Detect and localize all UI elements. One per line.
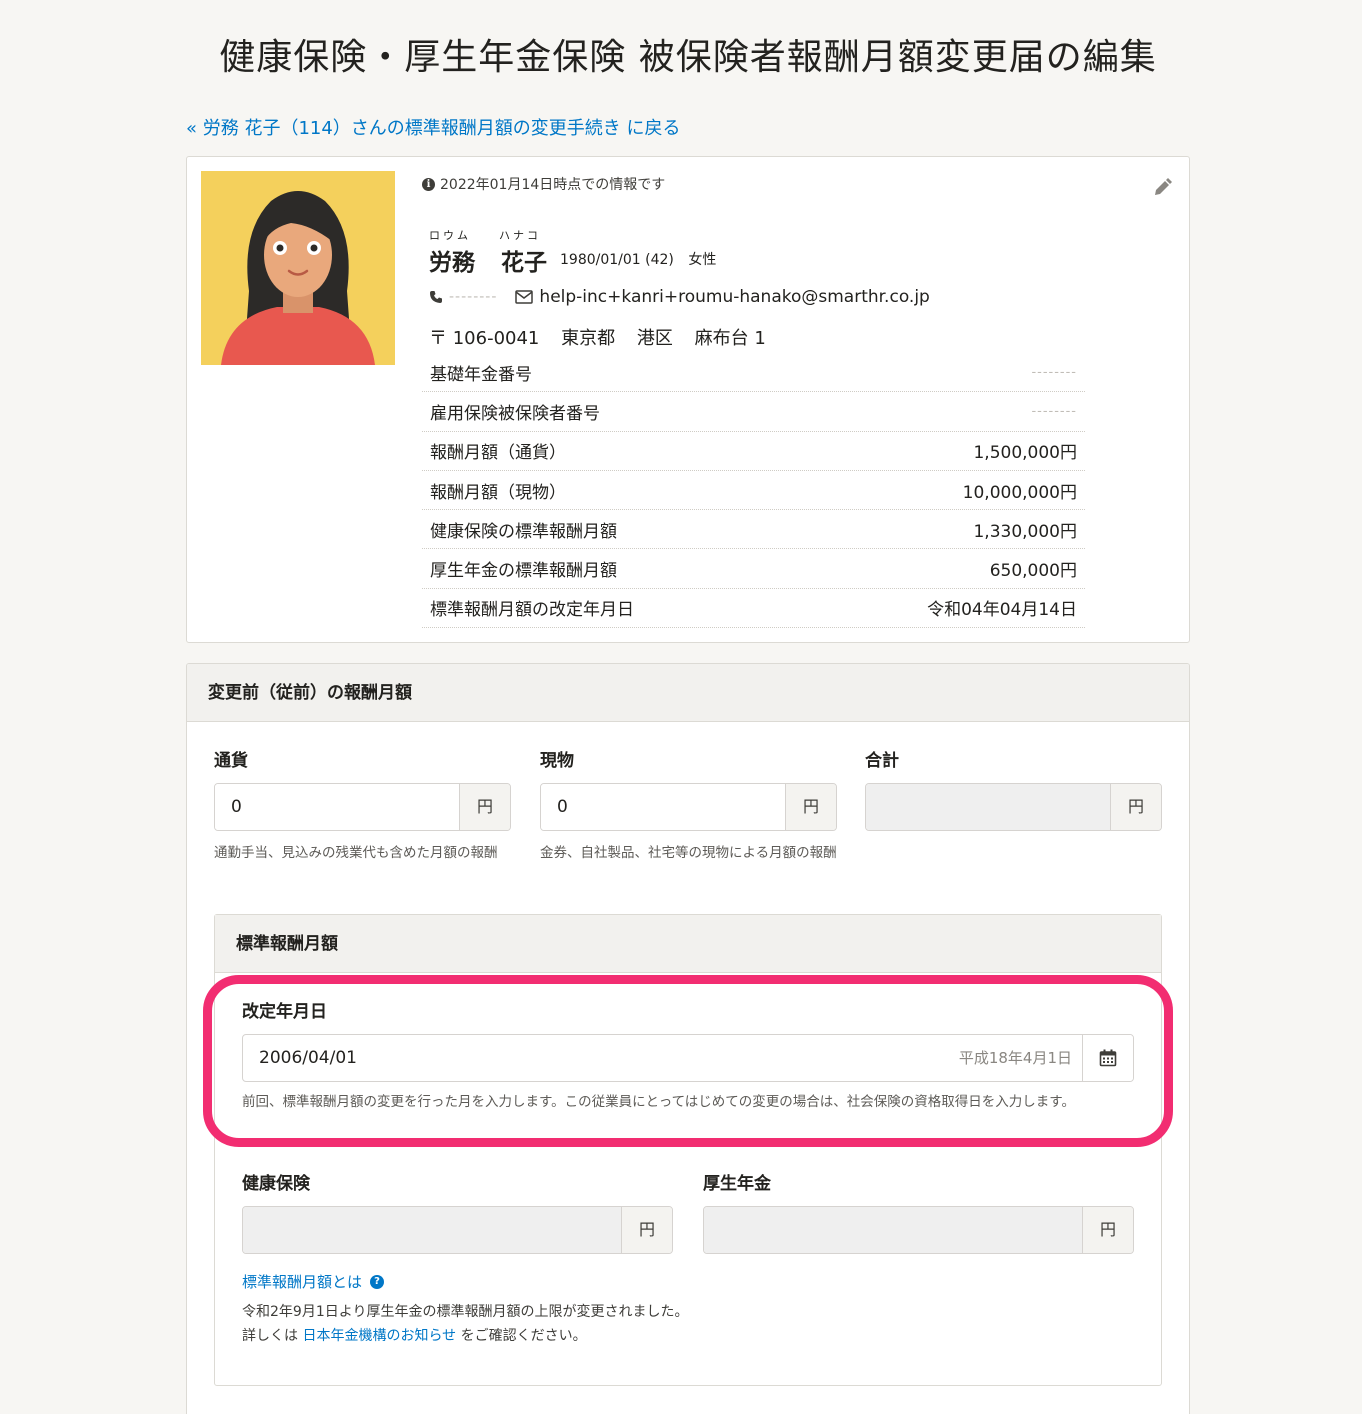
gender: 女性 bbox=[688, 252, 717, 268]
first-name-kana: ハナコ bbox=[499, 229, 541, 242]
goods-input-group: 0 円 bbox=[540, 783, 837, 831]
pension-input bbox=[704, 1207, 1082, 1253]
contact-row: -------- help-inc+kanri+roumu-hanako@sma… bbox=[429, 287, 930, 307]
pencil-icon[interactable] bbox=[1151, 177, 1173, 199]
health-insurance-input-group: 円 bbox=[242, 1206, 673, 1254]
currency-field: 通貨 0 円 通勤手当、見込みの残業代も含めた月額の報酬 bbox=[214, 746, 511, 865]
postal-code: 〒 106-0041 bbox=[429, 328, 540, 349]
info-icon: i bbox=[422, 177, 435, 191]
pension-field: 厚生年金 円 bbox=[703, 1169, 1134, 1254]
page-title: 健康保険・厚生年金保険 被保険者報酬月額変更届の編集 bbox=[219, 37, 1157, 78]
revision-date-input-group: 2006/04/01 平成18年4月1日 bbox=[242, 1034, 1134, 1082]
help-link-text[interactable]: 標準報酬月額とは bbox=[242, 1271, 362, 1292]
question-icon: ? bbox=[370, 1274, 385, 1289]
previous-remuneration-panel: 変更前（従前）の報酬月額 通貨 0 円 通勤手当、見込みの残業代も含めた月額の報… bbox=[186, 663, 1190, 1414]
birth-date: 1980/01/01 (42) bbox=[560, 252, 674, 268]
employee-info-table: 基礎年金番号 -------- 雇用保険被保険者番号 -------- 報酬月額（通… bbox=[422, 353, 1085, 629]
revision-date-input[interactable]: 2006/04/01 bbox=[243, 1035, 959, 1081]
wareki-display: 平成18年4月1日 bbox=[958, 1049, 1072, 1067]
sub-panel-title: 標準報酬月額 bbox=[215, 915, 1161, 973]
birth-gender: 1980/01/01 (42) 女性 bbox=[560, 249, 716, 269]
revision-date-hint: 前回、標準報酬月額の変更を行った月を入力します。この従業員にとってはじめての変更… bbox=[242, 1094, 1075, 1110]
notice-line1: 令和2年9月1日より厚生年金の標準報酬月額の上限が変更されました。 bbox=[242, 1304, 689, 1320]
phone-number: -------- bbox=[449, 289, 498, 305]
currency-hint: 通勤手当、見込みの残業代も含めた月額の報酬 bbox=[214, 845, 498, 861]
total-input bbox=[866, 784, 1110, 830]
currency-label: 通貨 bbox=[214, 751, 248, 771]
info-row: 雇用保険被保険者番号 -------- bbox=[422, 392, 1085, 432]
last-name-kana: ロウム bbox=[429, 229, 471, 242]
panel-title: 変更前（従前）の報酬月額 bbox=[187, 664, 1189, 722]
help-link[interactable]: 標準報酬月額とは ? bbox=[242, 1271, 1134, 1292]
envelope-icon bbox=[515, 290, 534, 304]
goods-label: 現物 bbox=[540, 751, 574, 771]
yen-suffix: 円 bbox=[1082, 1207, 1133, 1253]
info-row: 報酬月額（通貨） 1,500,000円 bbox=[422, 432, 1085, 471]
city: 港区 bbox=[636, 328, 673, 349]
goods-field: 現物 0 円 金券、自社製品、社宅等の現物による月額の報酬 bbox=[540, 746, 837, 865]
yen-suffix: 円 bbox=[621, 1207, 672, 1253]
info-row: 報酬月額（現物） 10,000,000円 bbox=[422, 471, 1085, 511]
email: help-inc+kanri+roumu-hanako@smarthr.co.j… bbox=[539, 287, 930, 307]
first-name: 花子 bbox=[501, 250, 547, 276]
info-row: 健康保険の標準報酬月額 1,330,000円 bbox=[422, 510, 1085, 550]
currency-input-group: 0 円 bbox=[214, 783, 511, 831]
info-note-text: 2022年01月14日時点での情報です bbox=[440, 177, 666, 193]
pension-notice-link[interactable]: 日本年金機構のお知らせ bbox=[302, 1328, 456, 1344]
currency-input[interactable]: 0 bbox=[215, 784, 459, 830]
avatar bbox=[201, 171, 395, 365]
goods-input[interactable]: 0 bbox=[541, 784, 785, 830]
info-note: i 2022年01月14日時点での情報です bbox=[422, 174, 665, 194]
street: 麻布台 1 bbox=[694, 328, 766, 349]
revision-date-field: 改定年月日 2006/04/01 平成18年4月1日 前回、標準報酬月額の変更を… bbox=[242, 997, 1134, 1114]
pension-input-group: 円 bbox=[703, 1206, 1134, 1254]
info-row: 厚生年金の標準報酬月額 650,000円 bbox=[422, 549, 1085, 589]
yen-suffix: 円 bbox=[785, 784, 836, 830]
help-section: 標準報酬月額とは ? 令和2年9月1日より厚生年金の標準報酬月額の上限が変更され… bbox=[242, 1271, 1134, 1348]
health-insurance-field: 健康保険 円 bbox=[242, 1169, 673, 1254]
total-label: 合計 bbox=[865, 751, 899, 771]
goods-hint: 金券、自社製品、社宅等の現物による月額の報酬 bbox=[540, 845, 837, 861]
notice-line2: 詳しくは 日本年金機構のお知らせ をご確認ください。 bbox=[242, 1328, 587, 1344]
yen-suffix: 円 bbox=[1110, 784, 1161, 830]
prefecture: 東京都 bbox=[561, 328, 616, 349]
address: 〒 106-0041 東京都 港区 麻布台 1 bbox=[429, 324, 782, 350]
yen-suffix: 円 bbox=[459, 784, 510, 830]
health-insurance-input bbox=[243, 1207, 621, 1253]
pension-label: 厚生年金 bbox=[703, 1174, 771, 1194]
info-row: 基礎年金番号 -------- bbox=[422, 353, 1085, 393]
health-insurance-label: 健康保険 bbox=[242, 1174, 310, 1194]
phone-icon bbox=[430, 291, 442, 303]
notice: 令和2年9月1日より厚生年金の標準報酬月額の上限が変更されました。 詳しくは 日… bbox=[242, 1300, 1134, 1348]
total-input-group: 円 bbox=[865, 783, 1162, 831]
revision-date-label: 改定年月日 bbox=[242, 1002, 327, 1022]
info-row: 標準報酬月額の改定年月日 令和04年04月14日 bbox=[422, 589, 1085, 629]
standard-remuneration-panel: 標準報酬月額 改定年月日 2006/04/01 平成18年4月1日 前回、標準報… bbox=[214, 914, 1162, 1386]
calendar-icon bbox=[1099, 1049, 1117, 1067]
last-name: 労務 bbox=[429, 250, 475, 276]
back-link[interactable]: « 労務 花子（114）さんの標準報酬月額の変更手続き に戻る bbox=[186, 114, 681, 140]
employee-profile-card: i 2022年01月14日時点での情報です ロウム ハナコ 労務 花子 1980… bbox=[186, 156, 1190, 643]
total-field: 合計 円 bbox=[865, 746, 1162, 831]
calendar-button[interactable] bbox=[1082, 1035, 1133, 1081]
